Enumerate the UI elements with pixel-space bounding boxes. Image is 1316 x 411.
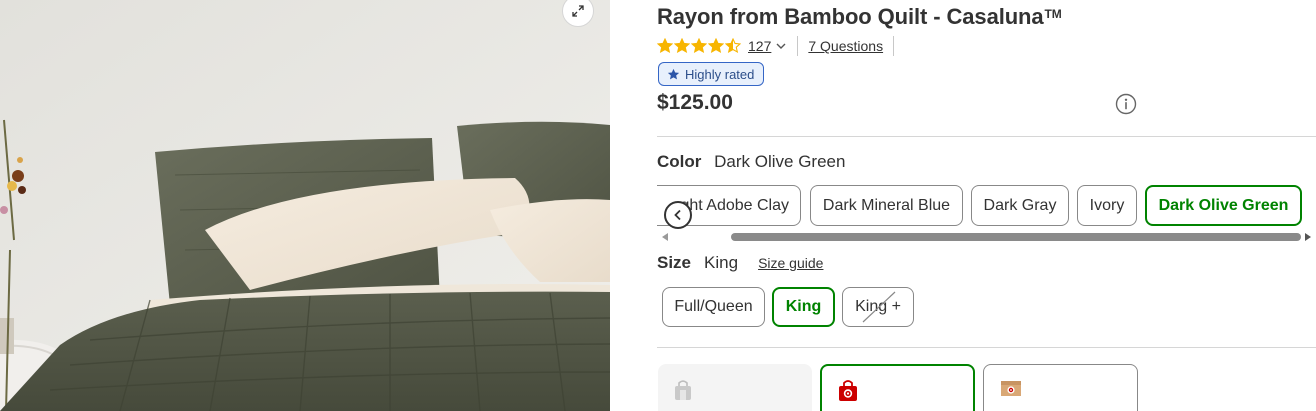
rating-dropdown-button[interactable] [775,40,787,52]
color-options-carousel: ght Adobe Clay Dark Mineral Blue Dark Gr… [657,185,1316,227]
fulfillment-pickup-option[interactable] [658,364,812,411]
star-shape [657,38,673,54]
star-shape [691,38,707,54]
color-carousel-scrollbar[interactable] [660,231,1316,243]
color-option-label: Dark Mineral Blue [822,196,951,214]
highly-rated-badge: Highly rated [658,62,765,86]
badge-label: Highly rated [685,66,755,82]
chevron-left-icon [674,209,681,221]
rating-star-icon [725,38,741,54]
star-shape [674,38,690,54]
product-image[interactable] [0,0,610,411]
product-title-text: Rayon from Bamboo Quilt - Casaluna [657,4,1044,29]
rating-stars[interactable] [657,38,741,54]
color-option-dark-mineral-blue[interactable]: Dark Mineral Blue [810,185,963,226]
size-option-king[interactable]: King [772,287,835,327]
divider [893,36,895,56]
color-option-label: ght Adobe Clay [680,196,789,214]
size-option-label: King + [855,298,901,315]
size-guide-link[interactable]: Size guide [758,255,823,271]
rating-star-icon [691,38,707,54]
size-selected-value: King [704,253,739,272]
rating-star-icon [657,38,673,54]
store-pickup-icon [675,380,691,400]
product-price: $125.00 [657,91,733,114]
rating-count-link[interactable]: 127 [748,38,771,54]
expand-icon [572,5,584,17]
divider [797,36,799,56]
star-shape [708,38,724,54]
color-option-label: Dark Olive Green [1158,196,1289,214]
rating-star-icon [674,38,690,54]
color-label: Color [657,152,702,171]
chevron-down-icon [776,43,786,49]
scroll-right-arrow-icon[interactable] [1305,233,1311,241]
questions-link[interactable]: 7 Questions [808,38,883,54]
scrollbar-thumb[interactable] [731,233,1301,241]
size-option-full-queen[interactable]: Full/Queen [662,287,765,327]
section-divider [657,347,1316,348]
delivery-bag-icon [839,380,857,401]
fulfillment-shipping-option[interactable] [983,364,1138,411]
shipping-box-icon [1001,381,1021,396]
size-label: Size [657,253,692,272]
rating-star-icon [708,38,724,54]
fulfillment-same-day-delivery-option[interactable] [820,364,975,411]
section-divider [657,136,1316,137]
color-option-label: Ivory [1089,196,1125,214]
color-option-dark-gray[interactable]: Dark Gray [971,185,1069,226]
color-option-dark-olive-green[interactable]: Dark Olive Green [1145,185,1302,226]
product-title: Rayon from Bamboo Quilt - CasalunaTM [657,4,1062,30]
star-icon [667,68,680,79]
trademark-symbol: TM [1044,7,1062,21]
color-heading: Color Dark Olive Green [657,152,845,172]
scroll-left-arrow-icon[interactable] [662,233,668,241]
star-shape [725,38,741,54]
carousel-prev-button[interactable] [664,201,692,229]
size-option-label: Full/Queen [674,298,753,315]
size-option-king-plus[interactable]: King + [842,287,914,327]
size-heading: Size King Size guide [657,253,823,273]
color-option-ivory[interactable]: Ivory [1077,185,1137,226]
size-option-label: King [785,298,822,315]
color-selected-value: Dark Olive Green [714,152,846,171]
product-photo-bed [0,0,610,411]
info-icon[interactable] [1115,93,1137,115]
rating-row: 127 7 Questions [657,36,895,56]
color-option-label: Dark Gray [983,196,1057,214]
